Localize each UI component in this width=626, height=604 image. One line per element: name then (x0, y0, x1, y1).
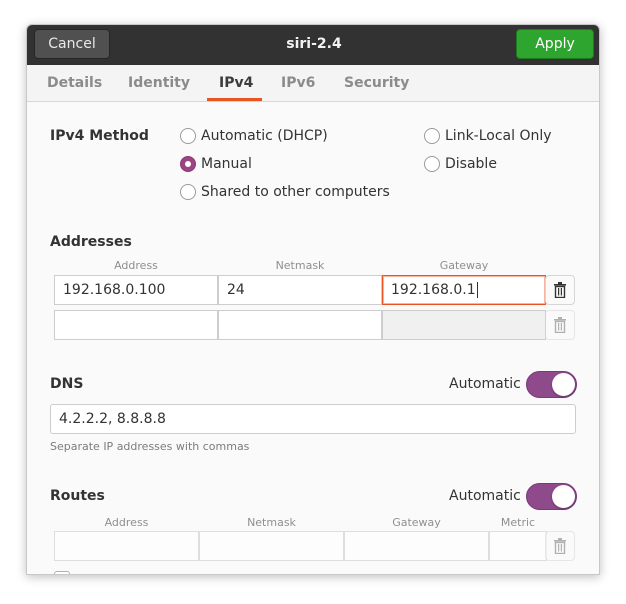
address-input-1[interactable]: 192.168.0.100 (54, 275, 218, 305)
routes-title: Routes (50, 488, 105, 504)
route-gateway-input (344, 531, 489, 561)
routes-automatic-label: Automatic (449, 488, 521, 504)
radio-shared[interactable] (180, 184, 196, 200)
network-settings-dialog: Cancel siri-2.4 Apply Details Identity I… (26, 24, 600, 575)
ipv4-method-label: IPv4 Method (50, 128, 149, 144)
address-input-2[interactable] (54, 310, 218, 340)
trash-icon (554, 282, 566, 298)
delete-address-row-2-button (545, 310, 575, 340)
radio-disable-label[interactable]: Disable (445, 156, 497, 172)
active-tab-indicator (207, 98, 262, 101)
trash-icon (554, 317, 566, 333)
addresses-col-address: Address (114, 259, 158, 272)
dns-servers-input[interactable]: 4.2.2.2, 8.8.8.8 (50, 404, 576, 434)
routes-col-gateway: Gateway (392, 516, 441, 529)
dns-automatic-toggle[interactable] (526, 371, 577, 398)
trash-icon (554, 538, 566, 554)
radio-link-local-only[interactable] (424, 128, 440, 144)
route-metric-input (489, 531, 547, 561)
apply-label: Apply (535, 36, 575, 52)
addresses-col-gateway: Gateway (439, 259, 489, 272)
addresses-title: Addresses (50, 234, 132, 250)
tab-identity[interactable]: Identity (128, 75, 190, 91)
delete-address-row-1-button[interactable] (545, 275, 575, 305)
delete-route-button (545, 531, 575, 561)
radio-disable[interactable] (424, 156, 440, 172)
header-bar: Cancel siri-2.4 Apply (27, 25, 599, 65)
route-address-input (54, 531, 199, 561)
route-netmask-input (199, 531, 344, 561)
gateway-input-2 (382, 310, 546, 340)
routes-col-netmask: Netmask (247, 516, 296, 529)
toggle-knob (552, 485, 575, 508)
tab-ipv4[interactable]: IPv4 (219, 75, 253, 91)
apply-button[interactable]: Apply (516, 29, 594, 59)
routes-automatic-toggle[interactable] (526, 483, 577, 510)
tab-bar: Details Identity IPv4 IPv6 Security (27, 65, 599, 102)
radio-manual-label[interactable]: Manual (201, 156, 252, 172)
gateway-input-1[interactable]: 192.168.0.1 (382, 275, 546, 305)
dns-title: DNS (50, 376, 84, 392)
addresses-col-netmask: Netmask (275, 259, 325, 272)
text-caret (476, 282, 478, 298)
tab-ipv6[interactable]: IPv6 (281, 75, 315, 91)
radio-automatic-dhcp[interactable] (180, 128, 196, 144)
tab-security[interactable]: Security (344, 75, 409, 91)
tab-details[interactable]: Details (47, 75, 102, 91)
netmask-input-1[interactable]: 24 (218, 275, 382, 305)
netmask-input-2[interactable] (218, 310, 382, 340)
dns-automatic-label: Automatic (449, 376, 521, 392)
routes-col-address: Address (104, 516, 149, 529)
radio-automatic-dhcp-label[interactable]: Automatic (DHCP) (201, 128, 328, 144)
dialog-title: siri-2.4 (286, 36, 342, 52)
toggle-knob (552, 373, 575, 396)
radio-link-local-only-label[interactable]: Link-Local Only (445, 128, 552, 144)
dns-hint: Separate IP addresses with commas (50, 440, 250, 453)
gateway-input-1-value: 192.168.0.1 (391, 282, 476, 298)
routes-col-metric: Metric (500, 516, 536, 529)
route-option-checkbox[interactable] (54, 571, 70, 574)
radio-manual[interactable] (180, 156, 196, 172)
radio-shared-label[interactable]: Shared to other computers (201, 184, 390, 200)
